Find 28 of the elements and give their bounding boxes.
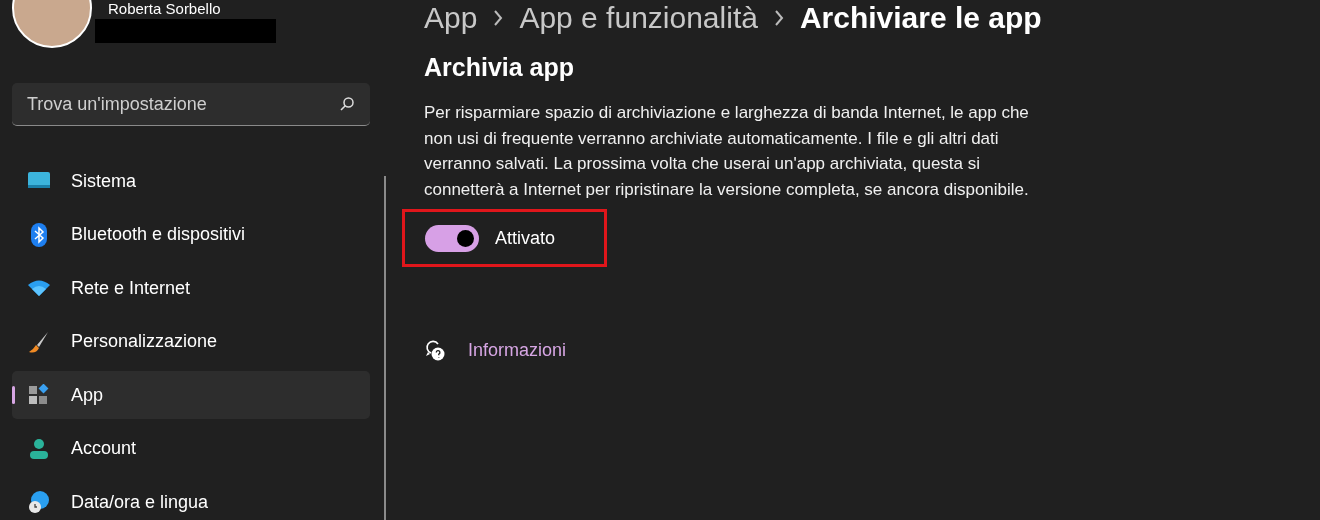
chevron-icon bbox=[493, 10, 504, 26]
sidebar-item[interactable]: Sistema bbox=[12, 157, 370, 205]
toggle-switch[interactable] bbox=[425, 224, 479, 252]
toggle-label: Attivato bbox=[495, 226, 556, 250]
sidebar-item[interactable]: Data/ora e lingua bbox=[12, 478, 370, 520]
user-name: Roberta Sorbello bbox=[108, 0, 222, 17]
help-chat-icon bbox=[424, 339, 446, 362]
search-icon bbox=[339, 96, 355, 112]
wifi-icon bbox=[27, 279, 51, 297]
breadcrumb-item[interactable]: App bbox=[424, 0, 478, 36]
apps-icon bbox=[28, 384, 50, 406]
selection-indicator bbox=[12, 386, 15, 404]
sidebar-item[interactable]: Account bbox=[12, 424, 370, 473]
sidebar-item[interactable]: App bbox=[12, 371, 370, 419]
bluetooth-icon bbox=[31, 222, 47, 247]
chevron-icon bbox=[773, 10, 784, 26]
section-title: Archivia app bbox=[424, 52, 576, 83]
sidebar-item[interactable]: Bluetooth e dispositivi bbox=[12, 210, 370, 259]
monitor-icon bbox=[27, 171, 51, 191]
breadcrumb-item: Archiviare le app bbox=[799, 0, 1042, 36]
section-description: Per risparmiare spazio di archiviazione e larghezza di banda Internet, le app che non usi di frequente verranno archiviate automaticamente. I file e gli altri dati verranno salvati. La prossima volta che userai un'app archiviata, questa si connetterà a Internet per ripristinare la versione completa, se ancora disponibile. bbox=[424, 102, 1029, 201]
sidebar-item[interactable]: Personalizzazione bbox=[12, 317, 370, 366]
help-link[interactable]: Informazioni bbox=[468, 337, 567, 364]
search-field[interactable]: Trova un'impostazione bbox=[12, 83, 370, 126]
globe-clock-icon bbox=[27, 490, 51, 514]
sidebar-item[interactable]: Rete e Internet bbox=[12, 264, 370, 312]
breadcrumb-item[interactable]: App e funzionalità bbox=[519, 0, 758, 36]
person-icon bbox=[29, 437, 49, 460]
